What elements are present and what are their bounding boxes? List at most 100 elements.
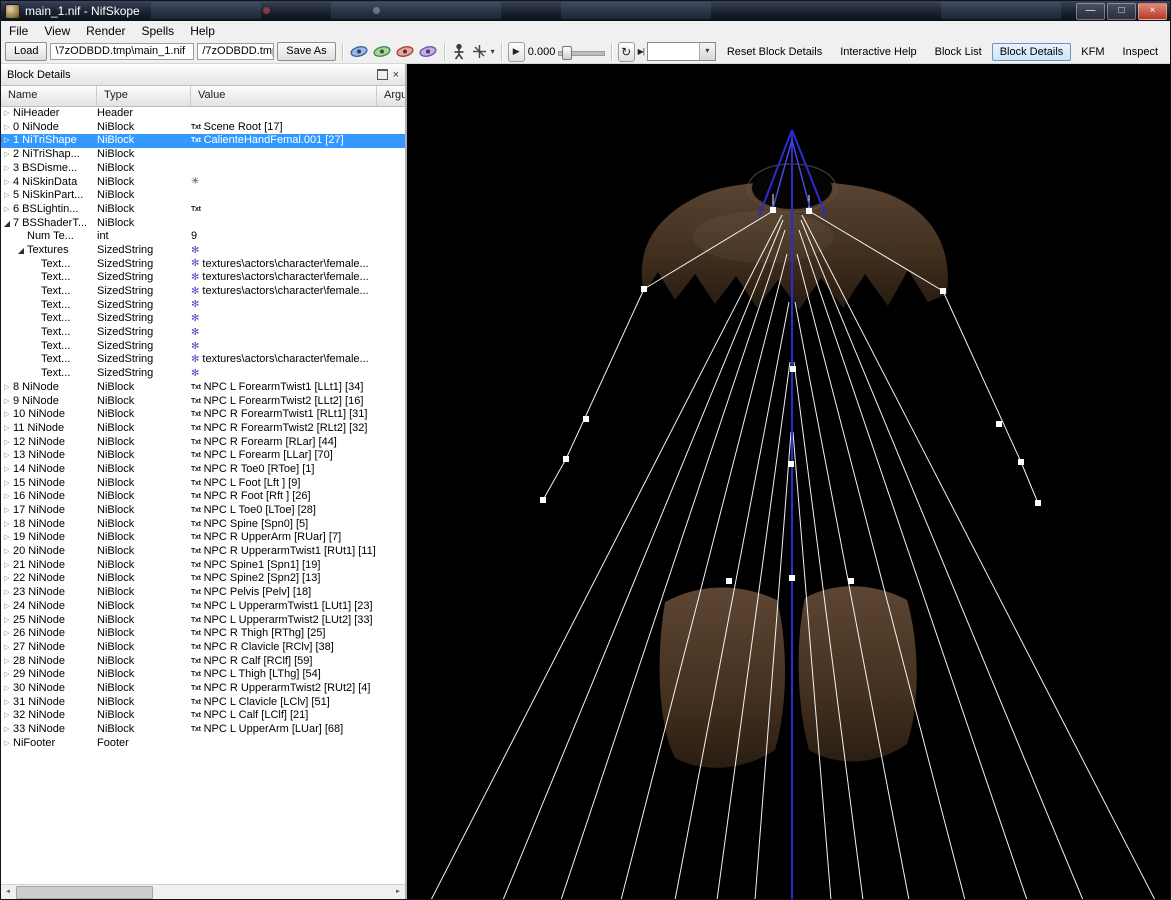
expand-arrow-icon[interactable]: ▷ xyxy=(1,709,13,723)
panel-close-icon[interactable]: × xyxy=(393,69,399,80)
expand-arrow-icon[interactable]: ▷ xyxy=(1,176,13,190)
save-path-field[interactable]: /7zODBDD.tmp/main_1.nif xyxy=(197,43,275,60)
table-row[interactable]: ▷ 22 NiNode NiBlock Txt NPC Spine2 [Spn2] [1… xyxy=(1,572,405,586)
table-row[interactable]: ▷ 5 NiSkinPart... NiBlock xyxy=(1,189,405,203)
interactive-help-button[interactable]: Interactive Help xyxy=(832,43,924,61)
walk-figure-icon[interactable] xyxy=(451,43,468,60)
step-forward-icon[interactable]: ▶| xyxy=(638,47,645,56)
table-row[interactable]: ▷ 12 NiNode NiBlock Txt NPC R Forearm [RLar]… xyxy=(1,436,405,450)
table-row[interactable]: Text... SizedString ✻ xyxy=(1,340,405,354)
table-row[interactable]: ▷ 24 NiNode NiBlock Txt NPC L UpperarmTwist1… xyxy=(1,600,405,614)
menu-item-help[interactable]: Help xyxy=(182,22,223,40)
table-row[interactable]: ▷ 3 BSDisme... NiBlock xyxy=(1,162,405,176)
expand-arrow-icon[interactable]: ▷ xyxy=(1,107,13,121)
expand-arrow-icon[interactable]: ▷ xyxy=(1,203,13,217)
kfm-button[interactable]: KFM xyxy=(1073,43,1112,61)
save-as-button[interactable]: Save As xyxy=(277,42,336,61)
expand-arrow-icon[interactable]: ▷ xyxy=(1,436,13,450)
expand-arrow-icon[interactable]: ▷ xyxy=(1,148,13,162)
column-header-argument[interactable]: Argu xyxy=(377,86,405,106)
animation-slider[interactable] xyxy=(558,45,605,60)
expand-arrow-icon[interactable]: ▷ xyxy=(1,518,13,532)
table-row[interactable]: Text... SizedString ✻ textures\actors\chara… xyxy=(1,271,405,285)
expand-arrow-icon[interactable]: ▷ xyxy=(1,723,13,737)
table-row[interactable]: Text... SizedString ✻ textures\actors\chara… xyxy=(1,258,405,272)
table-row[interactable]: Text... SizedString ✻ xyxy=(1,326,405,340)
table-row[interactable]: ◢ Textures SizedString ✻ xyxy=(1,244,405,258)
table-row[interactable]: ▷ 29 NiNode NiBlock Txt NPC L Thigh [LThg] [… xyxy=(1,668,405,682)
axes-icon[interactable] xyxy=(471,43,488,60)
table-row[interactable]: ▷ 31 NiNode NiBlock Txt NPC L Clavicle [LClv… xyxy=(1,696,405,710)
scroll-right-icon[interactable]: ► xyxy=(391,886,405,898)
panel-float-icon[interactable] xyxy=(376,69,388,80)
expand-arrow-icon[interactable]: ▷ xyxy=(1,627,13,641)
expand-arrow-icon[interactable]: ▷ xyxy=(1,572,13,586)
expand-arrow-icon[interactable]: ▷ xyxy=(1,682,13,696)
close-button[interactable]: × xyxy=(1138,3,1167,20)
table-row[interactable]: ▷ 33 NiNode NiBlock Txt NPC L UpperArm [LUar… xyxy=(1,723,405,737)
expand-arrow-icon[interactable]: ▷ xyxy=(1,600,13,614)
expand-arrow-icon[interactable]: ▷ xyxy=(1,545,13,559)
expand-arrow-icon[interactable]: ▷ xyxy=(1,737,13,751)
load-button[interactable]: Load xyxy=(5,42,48,61)
table-row[interactable]: ▷ 16 NiNode NiBlock Txt NPC R Foot [Rft ] [2… xyxy=(1,490,405,504)
maximize-button[interactable]: □ xyxy=(1107,3,1136,20)
table-row[interactable]: ▷ NiFooter Footer xyxy=(1,737,405,751)
table-row[interactable]: Num Te... int 9 xyxy=(1,230,405,244)
expand-arrow-icon[interactable]: ▷ xyxy=(1,504,13,518)
table-row[interactable]: Text... SizedString ✻ xyxy=(1,367,405,381)
viewport-3d[interactable] xyxy=(407,64,1170,899)
expand-arrow-icon[interactable]: ▷ xyxy=(1,449,13,463)
expand-arrow-icon[interactable]: ▷ xyxy=(1,531,13,545)
expand-arrow-icon[interactable]: ▷ xyxy=(1,614,13,628)
expand-arrow-icon[interactable]: ▷ xyxy=(1,559,13,573)
table-row[interactable]: ▷ 18 NiNode NiBlock Txt NPC Spine [Spn0] [5] xyxy=(1,518,405,532)
table-row[interactable]: Text... SizedString ✻ xyxy=(1,299,405,313)
block-list-button[interactable]: Block List xyxy=(927,43,990,61)
expand-arrow-icon[interactable]: ▷ xyxy=(1,490,13,504)
table-row[interactable]: Text... SizedString ✻ textures\actors\chara… xyxy=(1,353,405,367)
table-row[interactable]: Text... SizedString ✻ textures\actors\chara… xyxy=(1,285,405,299)
horizontal-scrollbar[interactable]: ◄ ► xyxy=(1,884,405,899)
table-row[interactable]: ▷ 1 NiTriShape NiBlock Txt CalienteHandFemal… xyxy=(1,134,405,149)
table-row[interactable]: ▷ 8 NiNode NiBlock Txt NPC L ForearmTwist1 [… xyxy=(1,381,405,395)
loop-button[interactable]: ↻ xyxy=(617,41,635,62)
collapse-arrow-icon[interactable]: ◢ xyxy=(1,217,13,231)
expand-arrow-icon[interactable]: ▷ xyxy=(1,381,13,395)
table-row[interactable]: ▷ 0 NiNode NiBlock Txt Scene Root [17] xyxy=(1,121,405,135)
expand-arrow-icon[interactable]: ▷ xyxy=(1,395,13,409)
table-row[interactable]: ▷ 10 NiNode NiBlock Txt NPC R ForearmTwist1 … xyxy=(1,408,405,422)
expand-arrow-icon[interactable]: ▷ xyxy=(1,668,13,682)
inspect-button[interactable]: Inspect xyxy=(1115,43,1166,61)
table-row[interactable]: ◢ 7 BSShaderT... NiBlock xyxy=(1,217,405,231)
view-toggle-red-icon[interactable] xyxy=(395,44,415,59)
table-row[interactable]: ▷ 15 NiNode NiBlock Txt NPC L Foot [Lft ] [9… xyxy=(1,477,405,491)
table-row[interactable]: Text... SizedString ✻ xyxy=(1,312,405,326)
column-header-type[interactable]: Type xyxy=(97,86,191,106)
table-row[interactable]: ▷ 9 NiNode NiBlock Txt NPC L ForearmTwist2 [… xyxy=(1,394,405,408)
combo-dropdown-arrow-icon[interactable]: ▾ xyxy=(698,43,715,60)
column-header-name[interactable]: Name xyxy=(1,86,97,106)
expand-arrow-icon[interactable]: ▷ xyxy=(1,655,13,669)
expand-arrow-icon[interactable]: ▷ xyxy=(1,162,13,176)
reset-block-details-button[interactable]: Reset Block Details xyxy=(719,43,830,61)
play-button[interactable]: ▶ xyxy=(507,41,525,62)
table-row[interactable]: ▷ 20 NiNode NiBlock Txt NPC R UpperarmTwist1… xyxy=(1,545,405,559)
table-row[interactable]: ▷ 19 NiNode NiBlock Txt NPC R UpperArm [RUar… xyxy=(1,531,405,545)
view-toggle-blue-icon[interactable] xyxy=(349,44,369,59)
table-row[interactable]: ▷ 2 NiTriShap... NiBlock xyxy=(1,148,405,162)
tree-body[interactable]: ▷ NiHeader Header ▷ 0 NiNode NiBlock Txt Scene … xyxy=(1,107,405,884)
menu-item-file[interactable]: File xyxy=(1,22,36,40)
expand-arrow-icon[interactable]: ▷ xyxy=(1,641,13,655)
table-row[interactable]: ▷ 25 NiNode NiBlock Txt NPC L UpperarmTwist2… xyxy=(1,613,405,627)
table-row[interactable]: ▷ 6 BSLightin... NiBlock Txt xyxy=(1,203,405,217)
table-row[interactable]: ▷ 30 NiNode NiBlock Txt NPC R UpperarmTwist2… xyxy=(1,682,405,696)
panel-header[interactable]: Block Details × xyxy=(1,64,405,86)
slider-thumb[interactable] xyxy=(562,45,573,60)
table-row[interactable]: ▷ 14 NiNode NiBlock Txt NPC R Toe0 [RToe] [1… xyxy=(1,463,405,477)
table-row[interactable]: ▷ 23 NiNode NiBlock Txt NPC Pelvis [Pelv] [1… xyxy=(1,586,405,600)
minimize-button[interactable]: — xyxy=(1076,3,1105,20)
expand-arrow-icon[interactable]: ▷ xyxy=(1,696,13,710)
expand-arrow-icon[interactable]: ▷ xyxy=(1,586,13,600)
table-row[interactable]: ▷ 17 NiNode NiBlock Txt NPC L Toe0 [LToe] [2… xyxy=(1,504,405,518)
